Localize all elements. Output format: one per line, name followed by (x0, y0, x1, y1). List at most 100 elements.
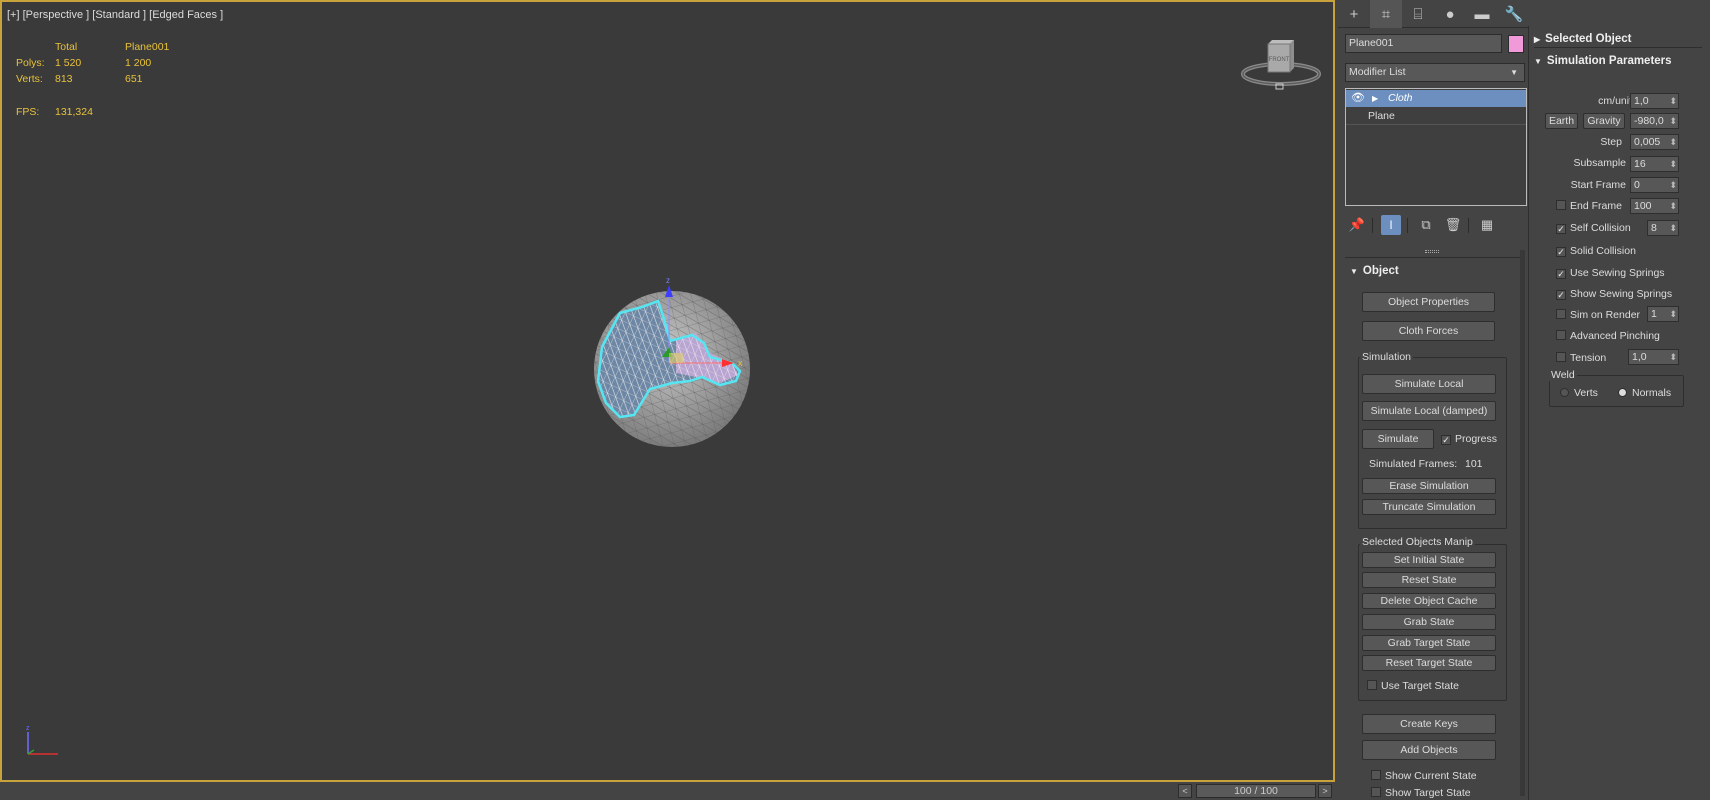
stats-verts-label: Verts: (16, 73, 43, 85)
stats-header-object: Plane001 (125, 41, 170, 53)
time-slider-bar: < 100 / 100 > (0, 782, 1335, 800)
stack-item-cloth[interactable]: 👁 ▶ Cloth (1346, 90, 1526, 107)
modifier-list-dropdown[interactable]: Modifier List ▼ (1345, 63, 1525, 82)
progress-label: Progress (1455, 433, 1498, 445)
selected-object-rollout-header[interactable]: ▶ Selected Object (1534, 30, 1702, 48)
expand-arrow-icon: ▶ (1534, 35, 1541, 44)
create-tab[interactable]: + (1338, 0, 1370, 28)
progress-checkbox[interactable]: ✓ Progress (1441, 433, 1497, 445)
simulate-local-damped-button[interactable]: Simulate Local (damped) (1362, 401, 1496, 421)
cloth-sphere-scene[interactable]: x z (572, 277, 782, 487)
chevron-down-icon: ▼ (1510, 68, 1518, 77)
erase-simulation-button[interactable]: Erase Simulation (1362, 478, 1496, 494)
truncate-simulation-button[interactable]: Truncate Simulation (1362, 499, 1496, 515)
simulate-button[interactable]: Simulate (1362, 429, 1434, 449)
configure-modifier-sets-icon[interactable]: ▦ (1477, 215, 1497, 235)
utilities-icon: 🔧 (1504, 6, 1524, 23)
panel-resize-handle[interactable] (1425, 250, 1439, 253)
empty-panel-area (1528, 412, 1710, 800)
show-target-state-checkbox[interactable]: Show Target State (1371, 787, 1471, 799)
create-keys-button[interactable]: Create Keys (1362, 714, 1496, 734)
grab-state-button[interactable]: Grab State (1362, 614, 1496, 630)
stack-item-plane[interactable]: Plane (1346, 108, 1526, 125)
tension-spinner[interactable]: 1,0 (1628, 349, 1679, 365)
use-sewing-springs-checkbox[interactable]: ✓ Use Sewing Springs (1556, 267, 1665, 279)
prev-frame-button[interactable]: < (1178, 784, 1192, 798)
viewcube[interactable]: FRONT (1240, 38, 1322, 94)
advanced-pinching-checkbox[interactable]: Advanced Pinching (1556, 330, 1660, 342)
simulate-local-button[interactable]: Simulate Local (1362, 374, 1496, 394)
checkmark-icon: ✓ (1556, 269, 1566, 279)
reset-target-state-button[interactable]: Reset Target State (1362, 655, 1496, 671)
show-current-state-checkbox[interactable]: Show Current State (1371, 770, 1477, 782)
self-collision-checkbox[interactable]: ✓ Self Collision (1556, 222, 1631, 234)
stats-fps-value: 131,324 (55, 106, 93, 118)
motion-tab[interactable]: ● (1434, 0, 1466, 28)
checkmark-icon: ✓ (1556, 290, 1566, 300)
modifier-list-label: Modifier List (1349, 66, 1406, 78)
stats-polys-total: 1 520 (55, 57, 82, 69)
perspective-viewport[interactable]: [+] [Perspective ] [Standard ] [Edged Fa… (0, 0, 1335, 782)
grab-target-state-button[interactable]: Grab Target State (1362, 635, 1496, 651)
subsample-spinner[interactable]: 16 (1630, 156, 1679, 172)
step-spinner[interactable]: 0,005 (1630, 134, 1679, 150)
normals-radio[interactable]: Normals (1618, 387, 1671, 399)
stats-polys-label: Polys: (16, 57, 45, 69)
collapse-arrow-icon: ▼ (1350, 267, 1358, 276)
verts-radio-label: Verts (1574, 387, 1598, 399)
sim-on-render-checkbox[interactable]: Sim on Render (1556, 309, 1640, 321)
display-tab[interactable]: ▬ (1466, 0, 1498, 28)
selected-object-title: Selected Object (1545, 33, 1632, 45)
time-slider[interactable]: 100 / 100 (1196, 784, 1316, 798)
remove-modifier-icon[interactable]: 🗑 (1443, 215, 1463, 235)
sim-on-render-spinner[interactable]: 1 (1647, 306, 1679, 322)
show-sewing-springs-label: Show Sewing Springs (1570, 288, 1673, 300)
make-unique-icon[interactable]: ⧉ (1416, 215, 1436, 235)
simulation-parameters-rollout-header[interactable]: ▼ Simulation Parameters (1534, 52, 1672, 70)
command-panel-tabs: + ⌗ ⌸ ● ▬ 🔧 (1338, 0, 1532, 28)
gizmo-x-label: x (738, 358, 743, 368)
stats-header-total: Total (55, 41, 78, 53)
show-end-result-icon[interactable]: ⏽ (1381, 215, 1401, 235)
show-sewing-springs-checkbox[interactable]: ✓ Show Sewing Springs (1556, 288, 1672, 300)
simulated-frames-value: 101 (1465, 458, 1483, 470)
modify-tab[interactable]: ⌗ (1370, 0, 1402, 28)
tension-checkbox[interactable]: Tension (1556, 352, 1606, 364)
create-icon: + (1349, 5, 1359, 23)
cm-unit-spinner[interactable]: 1,0 (1630, 93, 1679, 109)
delete-object-cache-button[interactable]: Delete Object Cache (1362, 593, 1496, 609)
end-frame-checkbox[interactable]: End Frame (1556, 200, 1622, 212)
set-initial-state-button[interactable]: Set Initial State (1362, 552, 1496, 568)
object-rollout-header[interactable]: ▼ Object (1350, 262, 1399, 280)
object-color-swatch[interactable] (1508, 35, 1524, 53)
utilities-tab[interactable]: 🔧 (1498, 0, 1530, 28)
simulated-frames-label: Simulated Frames: (1369, 458, 1458, 470)
eye-icon[interactable]: 👁 (1351, 90, 1365, 107)
add-objects-button[interactable]: Add Objects (1362, 740, 1496, 760)
object-properties-button[interactable]: Object Properties (1362, 292, 1495, 312)
viewport-label-menu[interactable]: [+] [Perspective ] [Standard ] [Edged Fa… (7, 9, 223, 21)
next-frame-button[interactable]: > (1318, 784, 1332, 798)
start-frame-spinner[interactable]: 0 (1630, 177, 1679, 193)
earth-button[interactable]: Earth (1545, 113, 1578, 129)
hierarchy-tab[interactable]: ⌸ (1402, 0, 1434, 28)
toolbar-divider (1468, 218, 1469, 233)
panel-scrollbar[interactable] (1520, 250, 1525, 796)
pin-stack-icon[interactable]: 📌 (1347, 215, 1367, 235)
use-target-state-checkbox[interactable]: Use Target State (1367, 680, 1459, 692)
rollout-divider (1345, 257, 1520, 258)
show-target-state-label: Show Target State (1385, 787, 1471, 799)
stack-item-cloth-label: Cloth (1388, 92, 1413, 104)
reset-state-button[interactable]: Reset State (1362, 572, 1496, 588)
verts-radio[interactable]: Verts (1560, 387, 1598, 399)
solid-collision-checkbox[interactable]: ✓ Solid Collision (1556, 245, 1636, 257)
object-name-field[interactable]: Plane001 (1345, 34, 1502, 53)
expand-arrow-icon[interactable]: ▶ (1372, 90, 1378, 107)
stats-verts-total: 813 (55, 73, 73, 85)
self-collision-spinner[interactable]: 8 (1647, 220, 1679, 236)
end-frame-spinner[interactable]: 100 (1630, 198, 1679, 214)
toolbar-divider (1372, 218, 1373, 233)
cloth-forces-button[interactable]: Cloth Forces (1362, 321, 1495, 341)
gravity-button[interactable]: Gravity (1583, 113, 1625, 129)
gravity-spinner[interactable]: -980,0 (1630, 113, 1679, 129)
